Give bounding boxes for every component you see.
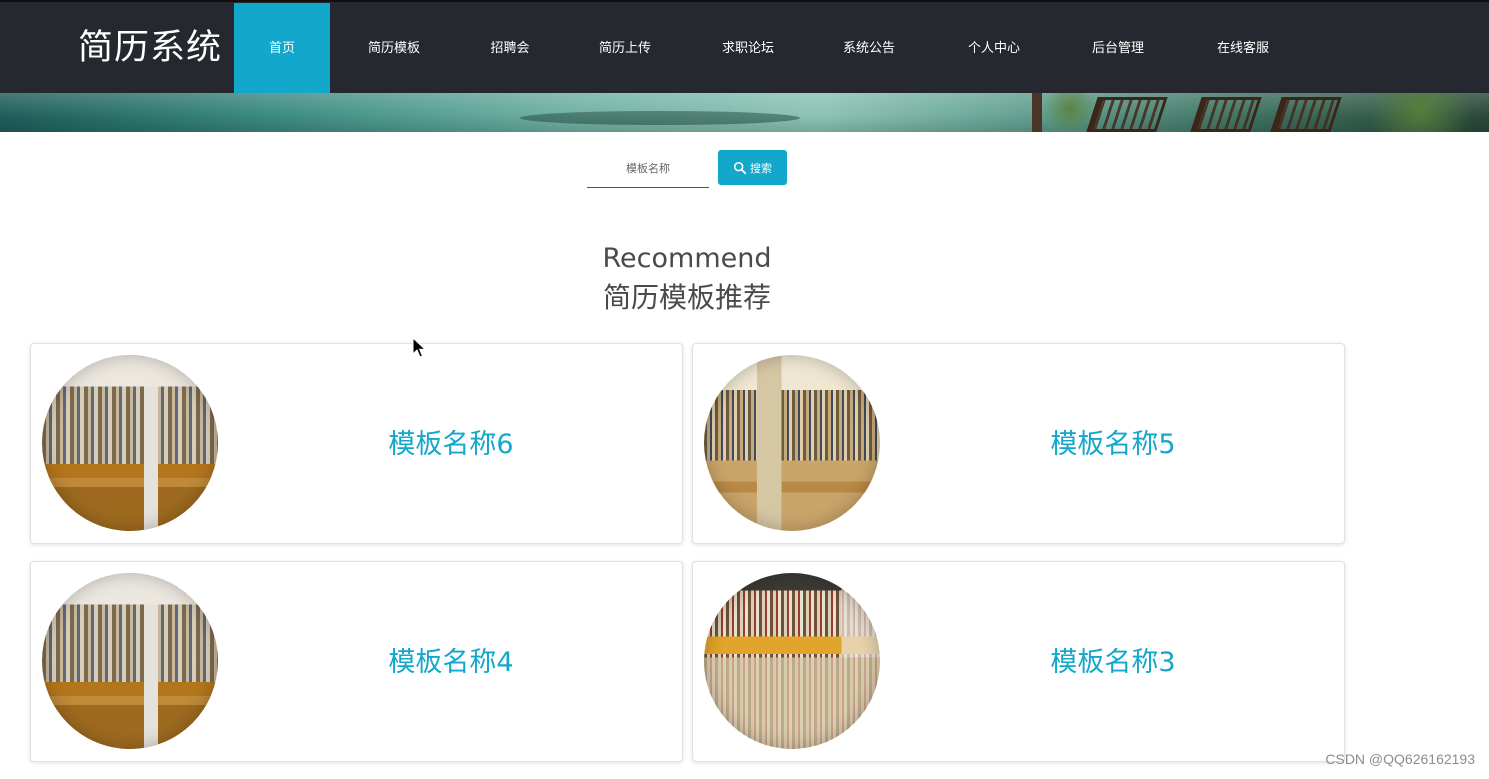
section-title-zh: 简历模板推荐 — [602, 281, 771, 314]
nav-item-online-service[interactable]: 在线客服 — [1193, 3, 1293, 94]
nav-item-job-fair[interactable]: 招聘会 — [464, 3, 556, 94]
site-logo[interactable]: 简历系统 — [78, 28, 222, 68]
nav-item-resume-upload[interactable]: 简历上传 — [575, 3, 675, 94]
template-card-title[interactable]: 模板名称3 — [880, 562, 1346, 763]
template-thumbnail[interactable] — [704, 573, 880, 749]
template-card[interactable]: 模板名称3 — [692, 561, 1345, 762]
search-button-label: 搜索 — [750, 161, 772, 175]
search-icon — [733, 161, 747, 174]
nav-item-resume-templates[interactable]: 简历模板 — [344, 3, 444, 94]
template-thumbnail[interactable] — [42, 573, 218, 749]
nav-item-announcements[interactable]: 系统公告 — [819, 3, 919, 94]
search-button[interactable]: 搜索 — [718, 150, 787, 185]
nav-item-admin[interactable]: 后台管理 — [1068, 3, 1168, 94]
section-title-en: Recommend — [602, 243, 772, 274]
top-navbar: 简历系统 首页 简历模板 招聘会 简历上传 求职论坛 系统公告 个人中心 后台管… — [0, 0, 1489, 94]
template-card-title[interactable]: 模板名称6 — [218, 344, 684, 545]
template-thumbnail[interactable] — [42, 355, 218, 531]
template-card-title[interactable]: 模板名称4 — [218, 562, 684, 763]
mouse-cursor-icon — [412, 337, 426, 358]
nav-item-personal-center[interactable]: 个人中心 — [944, 3, 1044, 94]
nav-item-job-forum[interactable]: 求职论坛 — [698, 3, 798, 94]
nav-item-home[interactable]: 首页 — [234, 3, 330, 94]
template-card[interactable]: 模板名称5 — [692, 343, 1345, 544]
template-search-input[interactable] — [587, 150, 709, 188]
template-card-title[interactable]: 模板名称5 — [880, 344, 1346, 545]
template-thumbnail[interactable] — [704, 355, 880, 531]
watermark: CSDN @QQ626162193 — [1325, 751, 1475, 767]
template-card[interactable]: 模板名称6 — [30, 343, 683, 544]
banner-image — [0, 93, 1489, 132]
template-card[interactable]: 模板名称4 — [30, 561, 683, 762]
page: 简历系统 首页 简历模板 招聘会 简历上传 求职论坛 系统公告 个人中心 后台管… — [0, 0, 1489, 779]
